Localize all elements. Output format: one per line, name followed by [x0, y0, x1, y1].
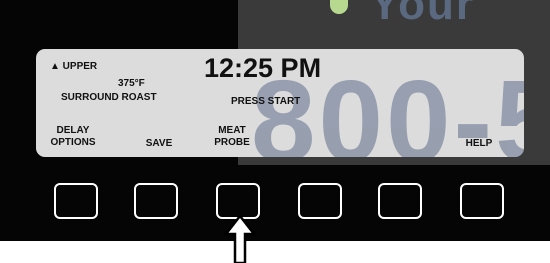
- softkey-label-save: SAVE: [145, 138, 173, 149]
- watermark-text-top: Your: [370, 0, 475, 29]
- softkey-label-line: PROBE: [214, 137, 250, 148]
- help-button[interactable]: [460, 183, 504, 219]
- cooking-mode: SURROUND ROAST: [61, 92, 157, 103]
- softkey-label-line: MEAT: [218, 125, 246, 136]
- meat-probe-button[interactable]: [216, 183, 260, 219]
- softkey-label-line: OPTIONS: [50, 137, 96, 148]
- status-prompt: PRESS START: [231, 96, 301, 107]
- softkey-label-meat-probe: MEAT PROBE: [208, 125, 256, 149]
- up-arrow-icon: [224, 215, 256, 263]
- temperature-value: 375°F: [118, 78, 145, 89]
- softkey-label-help: HELP: [465, 138, 493, 149]
- softkey-label-delay-options: DELAY OPTIONS: [46, 125, 100, 149]
- oven-indicator: ▲ UPPER: [50, 61, 98, 72]
- save-button[interactable]: [134, 183, 178, 219]
- softkey-4-button[interactable]: [298, 183, 342, 219]
- softkey-5-button[interactable]: [378, 183, 422, 219]
- clock-time: 12:25 PM: [204, 53, 322, 83]
- softkey-label-line: DELAY: [56, 125, 90, 136]
- control-panel: Your 800-5 ▲ UPPER 375°F SURROUND ROAST …: [0, 0, 550, 241]
- lcd-display: 800-5 ▲ UPPER 375°F SURROUND ROAST 12:25…: [36, 49, 524, 157]
- delay-options-button[interactable]: [54, 183, 98, 219]
